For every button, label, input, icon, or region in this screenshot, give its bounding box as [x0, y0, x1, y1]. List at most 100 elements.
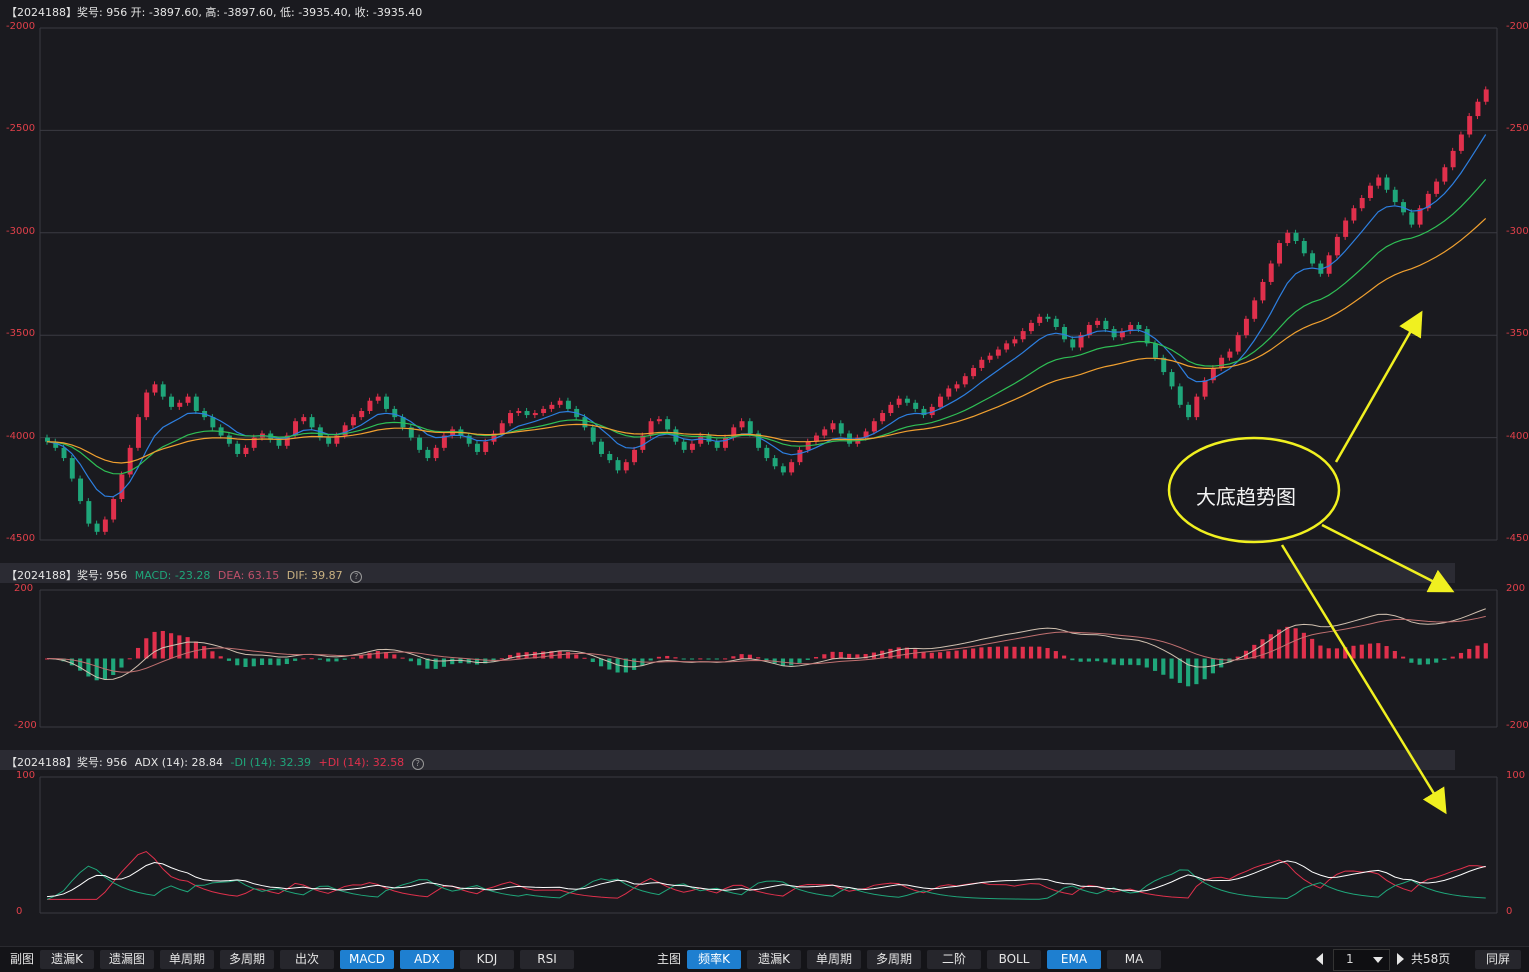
candle-body: [739, 421, 745, 428]
macd-bar: [1086, 658, 1091, 662]
macd-bar: [259, 658, 265, 666]
candle-body: [632, 449, 638, 463]
minus-di-line: [46, 865, 1486, 900]
candle-body: [954, 384, 960, 389]
candle-body: [615, 460, 621, 471]
prev-page-icon[interactable]: [1316, 953, 1323, 965]
sub-chart-button-2[interactable]: 单周期: [160, 950, 214, 969]
candle-body: [508, 413, 514, 424]
sub-chart-button-7[interactable]: KDJ: [460, 950, 514, 969]
macd-bar: [1351, 645, 1356, 659]
macd-bar: [1442, 658, 1447, 661]
main-chart-button-4[interactable]: 二阶: [927, 950, 981, 969]
annotation-arrow: [1334, 310, 1423, 463]
y-axis-label: -2500: [6, 123, 36, 135]
macd-bar: [210, 651, 215, 659]
macd-bar: [1467, 648, 1472, 659]
macd-bar: [1070, 658, 1075, 661]
adx-y-label: 0: [16, 906, 23, 917]
sync-screen-button[interactable]: 同屏: [1475, 950, 1521, 969]
candle-body: [326, 437, 332, 444]
main-chart-button-3[interactable]: 多周期: [867, 950, 921, 969]
macd-bar: [689, 658, 695, 660]
candle-body: [375, 396, 381, 401]
macd-bar: [929, 652, 934, 659]
main-chart-button-6[interactable]: EMA: [1047, 950, 1101, 969]
annotation-arrow: [1280, 544, 1447, 815]
main-chart-button-1[interactable]: 遗漏K: [747, 950, 801, 969]
macd-bar: [235, 658, 240, 666]
macd-bar: [954, 650, 959, 659]
sub-chart-button-0[interactable]: 遗漏K: [40, 950, 94, 969]
macd-bar: [1020, 646, 1025, 659]
macd-bar: [1062, 655, 1067, 659]
macd-bar: [1458, 652, 1464, 659]
candle-body: [86, 501, 92, 524]
macd-bar: [1359, 644, 1364, 659]
candle-body: [1045, 316, 1051, 319]
macd-bar: [111, 658, 116, 676]
candle-body: [152, 384, 158, 393]
macd-bar: [1202, 658, 1207, 680]
sub-chart-button-6[interactable]: ADX: [400, 950, 454, 969]
candle-body: [1310, 253, 1316, 264]
chart-canvas[interactable]: [0, 0, 1529, 946]
macd-bar: [632, 658, 637, 670]
macd-bar: [1111, 658, 1116, 665]
next-page-icon[interactable]: [1397, 953, 1404, 965]
bottom-toolbar: 副图 遗漏K 遗漏图 单周期 多周期 出次 MACD ADX KDJ RSI 主图 频率K 遗漏K…: [0, 946, 1529, 972]
y-axis-label-right: -3000: [1506, 225, 1529, 237]
candle-body: [723, 437, 728, 448]
candle-body: [640, 435, 646, 450]
macd-bar: [1028, 646, 1034, 659]
macd-bar: [723, 658, 728, 660]
candle-body: [499, 423, 505, 434]
macd-bar: [499, 658, 504, 660]
candle-body: [797, 449, 803, 463]
candle-body: [1260, 281, 1266, 301]
macd-bar: [764, 658, 769, 661]
candle-body: [1235, 335, 1241, 352]
macd-bar: [1293, 628, 1298, 659]
candle-body: [971, 367, 977, 377]
candle-body: [689, 443, 695, 450]
page-select[interactable]: 1: [1333, 949, 1390, 971]
macd-bar: [1483, 643, 1488, 659]
page-total: 共58页: [1411, 952, 1451, 966]
candle-body: [301, 417, 307, 422]
candle-body: [61, 447, 67, 459]
main-chart-button-0[interactable]: 频率K: [687, 950, 741, 969]
main-chart-button-2[interactable]: 单周期: [807, 950, 861, 969]
macd-bar: [202, 646, 207, 659]
macd-bar: [160, 630, 165, 659]
sub-chart-button-3[interactable]: 多周期: [220, 950, 274, 969]
sub-chart-button-1[interactable]: 遗漏图: [100, 950, 154, 969]
candle-body: [1227, 351, 1233, 358]
candle-body: [1111, 329, 1117, 338]
candle-body: [243, 447, 249, 454]
macd-bar: [739, 654, 744, 659]
sub-chart-button-4[interactable]: 出次: [280, 950, 334, 969]
macd-bar: [284, 658, 289, 665]
macd-bar: [1194, 658, 1199, 685]
candle-body: [822, 429, 828, 436]
candle-body: [1442, 167, 1448, 182]
main-chart-button-5[interactable]: BOLL: [987, 950, 1041, 969]
candle-body: [119, 474, 125, 500]
candle-body: [1483, 89, 1489, 102]
sub-chart-button-5[interactable]: MACD: [340, 950, 394, 969]
ema-mid-line: [46, 179, 1487, 475]
macd-bar: [185, 637, 190, 659]
macd-bar: [979, 647, 984, 659]
candle-body: [838, 423, 844, 434]
candle-body: [780, 466, 786, 473]
candle-body: [598, 441, 604, 454]
candle-body: [1450, 150, 1456, 168]
sub-chart-button-8[interactable]: RSI: [520, 950, 574, 969]
candle-body: [1285, 232, 1291, 244]
candle-body: [979, 359, 985, 368]
candle-body: [1103, 320, 1109, 330]
main-chart-button-7[interactable]: MA: [1107, 950, 1161, 969]
macd-bar: [1367, 643, 1373, 659]
candle-body: [45, 437, 50, 442]
